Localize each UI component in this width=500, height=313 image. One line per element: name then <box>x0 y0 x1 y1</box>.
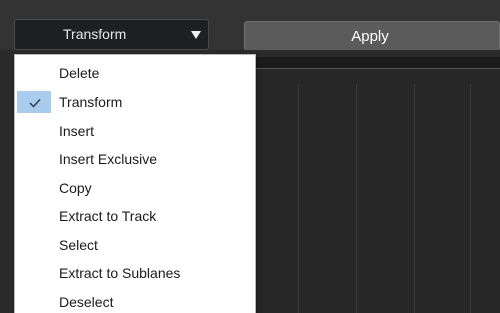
apply-button[interactable]: Apply <box>244 21 500 51</box>
grid-line <box>470 84 471 313</box>
menu-item-extract-to-track[interactable]: Extract to Track <box>16 202 254 230</box>
menu-item-label: Deselect <box>59 294 114 310</box>
menu-item-label: Insert Exclusive <box>59 151 158 167</box>
menu-item-label: Extract to Track <box>59 208 157 224</box>
menu-item-delete[interactable]: Delete <box>16 59 254 87</box>
function-menu: Delete Transform Insert Insert Exclusive… <box>14 54 256 313</box>
menu-item-insert-exclusive[interactable]: Insert Exclusive <box>16 145 254 173</box>
menu-item-label: Delete <box>59 65 100 81</box>
grid-line <box>356 84 357 313</box>
grid-line <box>298 84 299 313</box>
menu-item-label: Copy <box>59 180 92 196</box>
grid-line <box>414 84 415 313</box>
menu-item-label: Transform <box>59 94 123 110</box>
menu-item-label: Select <box>59 237 98 253</box>
dropdown-value: Transform <box>63 26 127 42</box>
check-icon <box>29 98 41 108</box>
menu-item-select[interactable]: Select <box>16 231 254 259</box>
triangle-down-icon <box>191 31 201 39</box>
selected-highlight <box>17 91 51 113</box>
transform-panel: Transform Apply Delete Transform Insert … <box>0 0 500 313</box>
menu-item-label: Extract to Sublanes <box>59 265 181 281</box>
menu-item-copy[interactable]: Copy <box>16 174 254 202</box>
menu-item-deselect[interactable]: Deselect <box>16 288 254 313</box>
menu-item-label: Insert <box>59 123 95 139</box>
apply-label: Apply <box>351 27 389 45</box>
menu-item-insert[interactable]: Insert <box>16 117 254 145</box>
menu-item-extract-to-sublanes[interactable]: Extract to Sublanes <box>16 259 254 287</box>
function-dropdown[interactable]: Transform <box>14 19 209 50</box>
menu-item-transform[interactable]: Transform <box>16 88 254 116</box>
